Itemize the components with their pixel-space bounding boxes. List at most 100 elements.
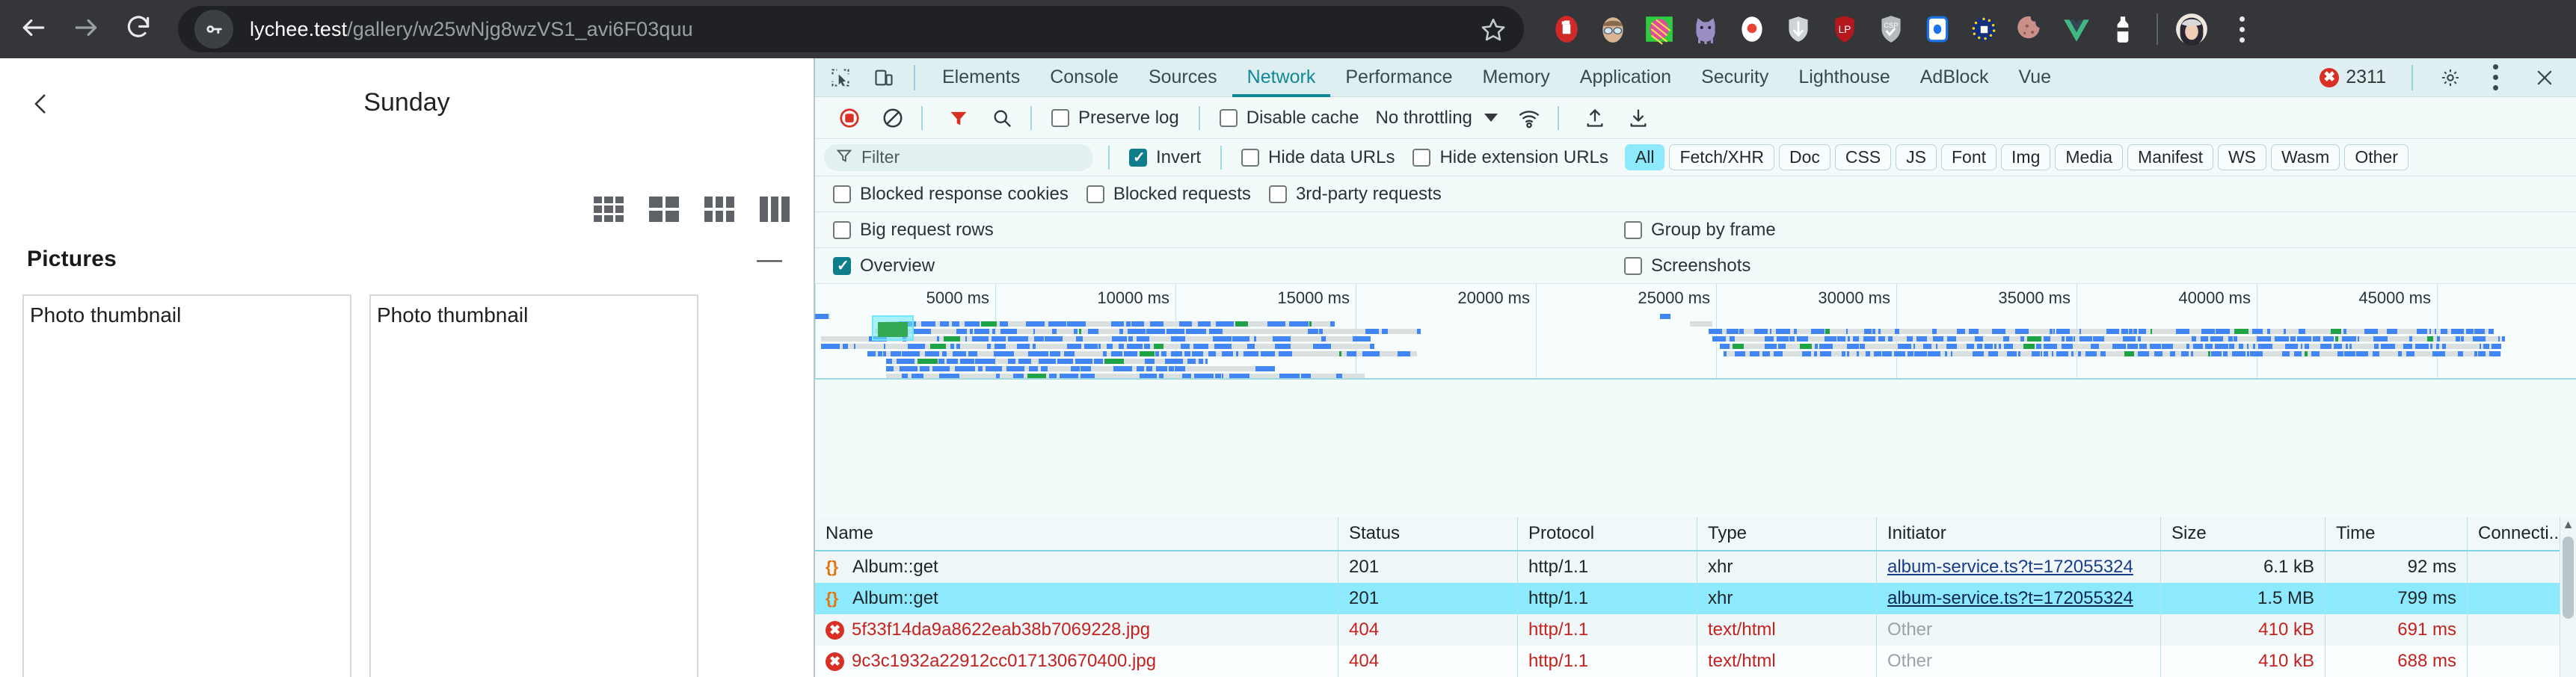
funnel-icon[interactable] [941, 100, 977, 136]
disable-cache-checkbox[interactable]: Disable cache [1219, 108, 1359, 129]
tab-security[interactable]: Security [1686, 58, 1783, 97]
filter-input[interactable]: Filter [824, 143, 1093, 171]
close-icon[interactable] [2527, 60, 2563, 96]
cell-initiator[interactable]: album-service.ts?t=172055324 [1877, 551, 2161, 583]
cat-extension-icon[interactable] [1689, 13, 1722, 46]
shield-grey-icon[interactable] [1782, 13, 1815, 46]
blocked-response-cookies-checkbox[interactable]: Blocked response cookies [833, 184, 1069, 205]
tab-console[interactable]: Console [1035, 58, 1134, 97]
error-count-badge[interactable]: ✖ 2311 [2320, 67, 2386, 88]
bottle-extension-icon[interactable] [2106, 13, 2139, 46]
photo-thumbnail[interactable]: Photo thumbnail [369, 294, 698, 677]
forward-button[interactable] [63, 6, 109, 52]
lastpass-icon[interactable]: LP [1828, 13, 1861, 46]
type-filter-ws[interactable]: WS [2217, 144, 2267, 170]
scroll-up-arrow-icon[interactable]: ▲ [2560, 519, 2576, 532]
overview-checkbox[interactable]: Overview [833, 256, 935, 276]
type-filter-other[interactable]: Other [2344, 144, 2409, 170]
record-stop-icon[interactable] [831, 100, 867, 136]
clear-requests-icon[interactable] [875, 100, 911, 136]
blocked-requests-checkbox[interactable]: Blocked requests [1086, 184, 1251, 205]
tab-vue[interactable]: Vue [2003, 58, 2066, 97]
preserve-log-checkbox[interactable]: Preserve log [1051, 108, 1179, 129]
table-row[interactable]: {} Album::get 201 http/1.1 xhr album-ser… [815, 583, 2576, 614]
hide-extension-urls-checkbox[interactable]: Hide extension URLs [1413, 147, 1608, 168]
inspect-element-icon[interactable] [823, 60, 858, 96]
cell-name[interactable]: ✖ 5f33f14da9a8622eab38b7069228.jpg [815, 614, 1338, 646]
tab-network[interactable]: Network [1232, 58, 1331, 97]
scrollbar-thumb[interactable] [2563, 537, 2574, 619]
table-row[interactable]: ✖ 9c3c1932a22912cc017130670400.jpg 404 h… [815, 646, 2576, 677]
type-filter-media[interactable]: Media [2055, 144, 2124, 170]
tab-sources[interactable]: Sources [1134, 58, 1232, 97]
type-filter-font[interactable]: Font [1941, 144, 1997, 170]
type-filter-js[interactable]: JS [1896, 144, 1937, 170]
view-mode-grid-wide[interactable] [704, 197, 734, 222]
back-button[interactable] [10, 6, 57, 52]
view-mode-grid-large[interactable] [649, 197, 679, 222]
network-overview-timeline[interactable]: 5000 ms 10000 ms 15000 ms 20000 ms 25000… [815, 284, 2576, 380]
colorful-square-icon[interactable] [1643, 13, 1676, 46]
record-extension-icon[interactable] [1736, 13, 1768, 46]
big-request-rows-checkbox[interactable]: Big request rows [833, 220, 994, 241]
omnibox-url-text[interactable]: lychee.test/gallery/w25wNjg8wzVS1_avi6F0… [250, 18, 693, 41]
column-header-name[interactable]: Name [815, 517, 1338, 550]
blue-square-icon[interactable] [1921, 13, 1954, 46]
column-header-initiator[interactable]: Initiator [1877, 517, 2161, 550]
column-header-time[interactable]: Time [2326, 517, 2468, 550]
column-header-status[interactable]: Status [1338, 517, 1518, 550]
profile-avatar[interactable] [2175, 13, 2208, 46]
initiator-link[interactable]: album-service.ts?t=172055324 [1887, 557, 2133, 578]
device-toolbar-icon[interactable] [866, 60, 902, 96]
cookie-icon[interactable] [2014, 13, 2047, 46]
import-har-icon[interactable] [1577, 100, 1613, 136]
network-conditions-icon[interactable] [1511, 100, 1547, 136]
tab-memory[interactable]: Memory [1467, 58, 1564, 97]
type-filter-fetch-xhr[interactable]: Fetch/XHR [1669, 144, 1774, 170]
timeline-selection-window[interactable] [872, 315, 914, 341]
tab-lighthouse[interactable]: Lighthouse [1783, 58, 1905, 97]
type-filter-img[interactable]: Img [2001, 144, 2051, 170]
screenshots-checkbox[interactable]: Screenshots [1624, 256, 1750, 276]
third-party-requests-checkbox[interactable]: 3rd-party requests [1268, 184, 1442, 205]
table-scrollbar[interactable]: ▲ [2560, 517, 2576, 677]
column-header-size[interactable]: Size [2161, 517, 2326, 550]
column-header-protocol[interactable]: Protocol [1518, 517, 1697, 550]
gear-icon[interactable] [2432, 60, 2468, 96]
chrome-menu-icon[interactable] [2225, 10, 2258, 48]
bookmark-star-icon[interactable] [1476, 12, 1510, 46]
export-har-icon[interactable] [1620, 100, 1656, 136]
ublock-origin-icon[interactable] [1550, 13, 1583, 46]
tab-elements[interactable]: Elements [927, 58, 1035, 97]
cell-name[interactable]: {} Album::get [815, 551, 1338, 583]
view-mode-grid-justified[interactable] [760, 197, 790, 222]
address-bar[interactable]: lychee.test/gallery/w25wNjg8wzVS1_avi6F0… [178, 6, 1524, 52]
type-filter-wasm[interactable]: Wasm [2271, 144, 2340, 170]
tab-adblock[interactable]: AdBlock [1905, 58, 2004, 97]
eu-cookie-icon[interactable] [1967, 13, 2000, 46]
avatar-extension-icon[interactable] [1596, 13, 1629, 46]
cell-name[interactable]: {} Album::get [815, 583, 1338, 614]
view-mode-grid-square[interactable] [594, 197, 624, 222]
type-filter-css[interactable]: CSS [1834, 144, 1892, 170]
tab-performance[interactable]: Performance [1330, 58, 1467, 97]
invert-checkbox[interactable]: Invert [1129, 147, 1201, 168]
column-header-type[interactable]: Type [1697, 517, 1877, 550]
minus-icon[interactable]: — [757, 247, 787, 272]
type-filter-all[interactable]: All [1624, 144, 1665, 170]
photo-thumbnail[interactable]: Photo thumbnail [22, 294, 351, 677]
search-icon[interactable] [984, 100, 1020, 136]
devtools-more-icon[interactable] [2479, 59, 2512, 96]
initiator-link[interactable]: album-service.ts?t=172055324 [1887, 588, 2133, 609]
group-by-frame-checkbox[interactable]: Group by frame [1624, 220, 1776, 241]
tab-application[interactable]: Application [1565, 58, 1686, 97]
cell-name[interactable]: ✖ 9c3c1932a22912cc017130670400.jpg [815, 646, 1338, 677]
reload-button[interactable] [115, 6, 162, 52]
cell-initiator[interactable]: album-service.ts?t=172055324 [1877, 583, 2161, 614]
throttling-dropdown[interactable]: No throttling [1375, 108, 1498, 129]
type-filter-doc[interactable]: Doc [1778, 144, 1830, 170]
hide-data-urls-checkbox[interactable]: Hide data URLs [1241, 147, 1395, 168]
vue-devtools-icon[interactable] [2060, 13, 2093, 46]
csp-shield-icon[interactable]: CSP [1875, 13, 1908, 46]
table-row[interactable]: ✖ 5f33f14da9a8622eab38b7069228.jpg 404 h… [815, 614, 2576, 646]
